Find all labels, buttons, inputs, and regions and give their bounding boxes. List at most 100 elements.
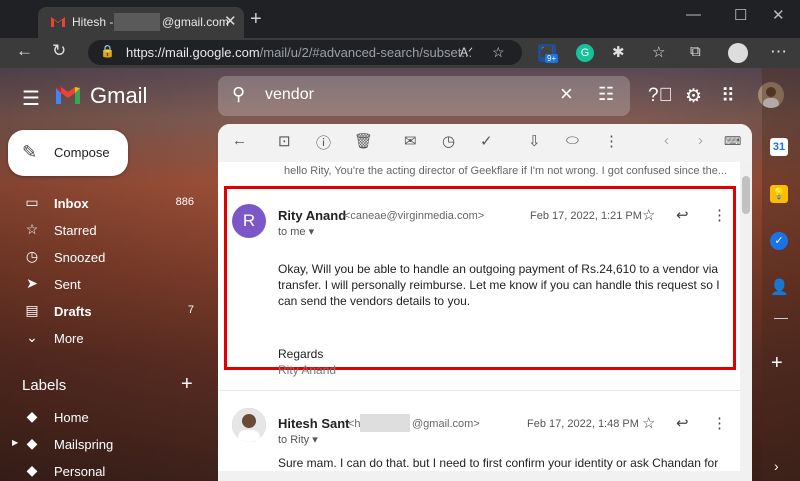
reload-icon[interactable]: ↻ [52,41,66,61]
tasks-icon[interactable]: ✓ [770,232,788,250]
label-tag-icon: ◆ [26,408,38,424]
move-to-icon[interactable]: ⇩ [528,132,541,150]
nav-item-drafts[interactable]: ▤ Drafts 7 [0,298,206,325]
nav-item-inbox[interactable]: ▭ Inbox 886 [0,190,206,217]
nav-label: Sent [54,277,81,292]
gmail-logo-text: Gmail [90,83,148,108]
settings-gear-icon[interactable]: ⚙ [685,85,702,108]
label-icon[interactable]: ⬭ [566,132,579,149]
collections-icon[interactable]: ⧉ [690,43,701,60]
browser-tab[interactable]: Hitesh - h @gmail.com ✕ [38,7,244,38]
sender-avatar [232,408,266,442]
snooze-icon[interactable]: ◷ [442,132,455,150]
message-date: Feb 17, 2022, 1:48 PM [527,418,639,430]
nav-item-sent[interactable]: ➤ Sent [0,271,206,298]
help-icon[interactable]: ?⃝ [648,85,673,107]
more-menu-icon[interactable]: ⋯ [770,42,787,62]
get-addons-icon[interactable]: + [771,352,783,375]
main-menu-icon[interactable]: ☰ [22,86,40,111]
recipients-text: to me [278,226,306,238]
compose-label: Compose [54,145,110,160]
label-tag-icon: ◆ [26,462,38,478]
search-bar[interactable]: ⚲ vendor × ☷ [218,76,630,116]
extension-badge: 9+ [545,54,559,63]
profile-icon[interactable] [728,43,748,63]
label-item-mailspring[interactable]: ▶ ◆ Mailspring [0,431,206,458]
sender-name: Hitesh Sant [278,416,350,431]
label-item-home[interactable]: ◆ Home [0,404,206,431]
recipients-line[interactable]: to Rity ▾ [278,433,318,446]
nav-label: Snoozed [54,250,106,265]
expand-arrow-icon[interactable]: ▶ [12,438,18,447]
signature-name: Rity Anand [278,363,337,377]
search-options-icon[interactable]: ☷ [598,84,614,105]
label-item-personal[interactable]: ◆ Personal [0,458,206,481]
minimize-icon[interactable]: — [686,6,701,23]
more-vert-icon[interactable]: ⋮ [712,414,727,432]
nav-label: Inbox [54,196,89,211]
clear-search-icon[interactable]: × [560,81,573,107]
more-vert-icon[interactable]: ⋮ [712,206,727,224]
star-icon[interactable]: ☆ [642,414,655,432]
mark-unread-icon[interactable]: ✉ [404,132,417,150]
recipients-line[interactable]: to me ▾ [278,225,314,238]
newer-icon[interactable]: ‹ [664,132,669,149]
keyboard-icon[interactable]: ⌨ [724,134,741,148]
url-path: /mail/u/2/#advanced-search/subset... [259,45,473,60]
recipients-text: to Rity [278,434,310,446]
delete-icon[interactable]: 🗑 [354,132,373,150]
search-input[interactable]: vendor [265,86,314,104]
sender-email-suffix: @gmail.com> [412,418,480,430]
add-task-icon[interactable]: ✓ [480,132,493,150]
address-bar[interactable]: 🔒 https://mail.google.com/mail/u/2/#adva… [88,40,522,65]
signature-regards: Regards [278,347,324,361]
nav-count: 886 [175,196,194,208]
add-label-icon[interactable]: + [181,373,193,396]
draft-icon: ▤ [25,302,39,318]
compose-button[interactable]: ✎ Compose [8,130,128,176]
grammarly-icon[interactable]: G [576,44,594,62]
archive-icon[interactable]: ⊡ [278,132,291,150]
report-spam-icon[interactable]: ⓘ [316,132,331,153]
contacts-icon[interactable]: 👤 [770,279,789,297]
side-panel: 31 💡 ✓ 👤 + › [762,68,800,481]
redaction-block [114,13,160,31]
label-name: Personal [54,464,106,479]
extensions-puzzle-icon[interactable]: ✱ [612,43,625,61]
search-icon[interactable]: ⚲ [232,84,245,105]
scrollbar-thumb[interactable] [742,176,750,214]
favorite-icon[interactable]: ☆ [492,44,505,61]
back-icon[interactable]: ← [16,41,33,61]
nav-item-snoozed[interactable]: ◷ Snoozed [0,244,206,271]
maximize-icon[interactable]: ☐ [734,6,747,24]
browser-toolbar: ← ↻ 🔒 https://mail.google.com/mail/u/2/#… [0,38,800,68]
keep-icon[interactable]: 💡 [770,185,788,203]
calendar-icon[interactable]: 31 [770,138,788,156]
read-aloud-icon[interactable]: Aᐟ [460,45,473,59]
side-divider [774,318,788,319]
collapsed-message-snippet[interactable]: hello Rity, You're the acting director o… [284,165,727,177]
vertical-scrollbar[interactable] [740,162,752,481]
label-name: Home [54,410,89,425]
nav-item-more[interactable]: ⌄ More [0,325,206,352]
message-body: Okay, Will you be able to handle an outg… [278,262,720,308]
nav-item-starred[interactable]: ☆ Starred [0,217,206,244]
older-icon[interactable]: › [698,132,703,149]
more-vert-icon[interactable]: ⋮ [604,132,619,150]
apps-grid-icon[interactable]: ⠿ [721,85,735,108]
horizontal-scrollbar[interactable] [218,471,740,481]
window-close-icon[interactable]: ✕ [772,6,785,24]
pencil-icon: ✎ [22,142,38,162]
reply-icon[interactable]: ↩ [676,414,689,432]
nav-label: More [54,331,84,346]
star-icon[interactable]: ☆ [642,206,655,224]
expand-panel-icon[interactable]: › [774,458,779,474]
sender-name: Rity Anand [278,208,347,223]
reply-icon[interactable]: ↩ [676,206,689,224]
back-arrow-icon[interactable]: ← [232,132,247,149]
person-photo-icon [232,408,266,442]
favorites-icon[interactable]: ☆ [652,43,665,61]
sender-avatar: R [232,204,266,238]
new-tab-icon[interactable]: + [250,8,262,31]
tab-close-icon[interactable]: ✕ [224,12,237,30]
